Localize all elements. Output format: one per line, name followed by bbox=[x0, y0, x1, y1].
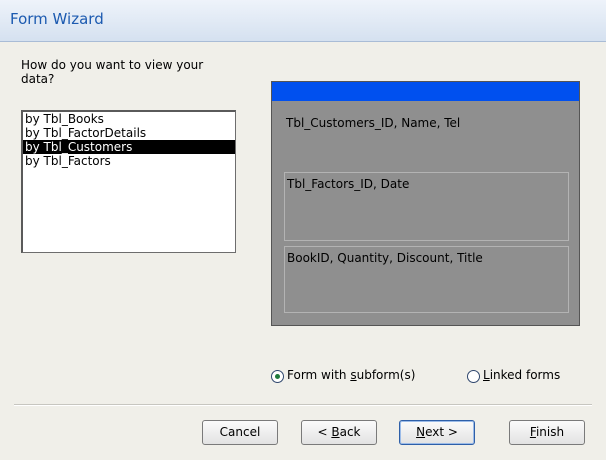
preview-subform-1: Tbl_Factors_ID, Date bbox=[284, 172, 569, 241]
preview-main-fields: Tbl_Customers_ID, Name, Tel bbox=[286, 116, 461, 130]
question-line-2: data? bbox=[21, 72, 55, 86]
question-label: How do you want to view your data? bbox=[21, 58, 241, 86]
list-item-tbl-books[interactable]: by Tbl_Books bbox=[23, 112, 235, 126]
finish-button[interactable]: Finish bbox=[509, 420, 585, 445]
question-line-1: How do you want to view your bbox=[21, 58, 204, 72]
radio-selected-dot bbox=[275, 374, 280, 379]
preview-subform-1-fields: Tbl_Factors_ID, Date bbox=[287, 177, 410, 191]
form-with-subforms-radio[interactable] bbox=[271, 370, 284, 383]
form-with-subforms-label[interactable]: Form with subform(s) bbox=[287, 368, 415, 382]
cancel-button[interactable]: Cancel bbox=[202, 420, 278, 445]
linked-forms-radio[interactable] bbox=[467, 370, 480, 383]
linked-forms-label[interactable]: Linked forms bbox=[483, 368, 560, 382]
button-divider bbox=[14, 404, 592, 406]
next-button[interactable]: Next > bbox=[399, 420, 475, 445]
view-by-listbox[interactable]: by Tbl_Books by Tbl_FactorDetails by Tbl… bbox=[21, 110, 236, 253]
list-item-tbl-factors[interactable]: by Tbl_Factors bbox=[23, 154, 235, 168]
layout-preview: Tbl_Customers_ID, Name, Tel Tbl_Factors_… bbox=[271, 81, 580, 326]
window-title: Form Wizard bbox=[10, 10, 104, 28]
back-button[interactable]: < Back bbox=[301, 420, 377, 445]
list-item-tbl-factordetails[interactable]: by Tbl_FactorDetails bbox=[23, 126, 235, 140]
list-item-tbl-customers[interactable]: by Tbl_Customers bbox=[23, 140, 235, 154]
preview-subform-2-fields: BookID, Quantity, Discount, Title bbox=[287, 251, 483, 265]
title-bar: Form Wizard bbox=[0, 0, 606, 42]
preview-subform-2: BookID, Quantity, Discount, Title bbox=[284, 246, 569, 313]
preview-header-bar bbox=[272, 82, 579, 101]
